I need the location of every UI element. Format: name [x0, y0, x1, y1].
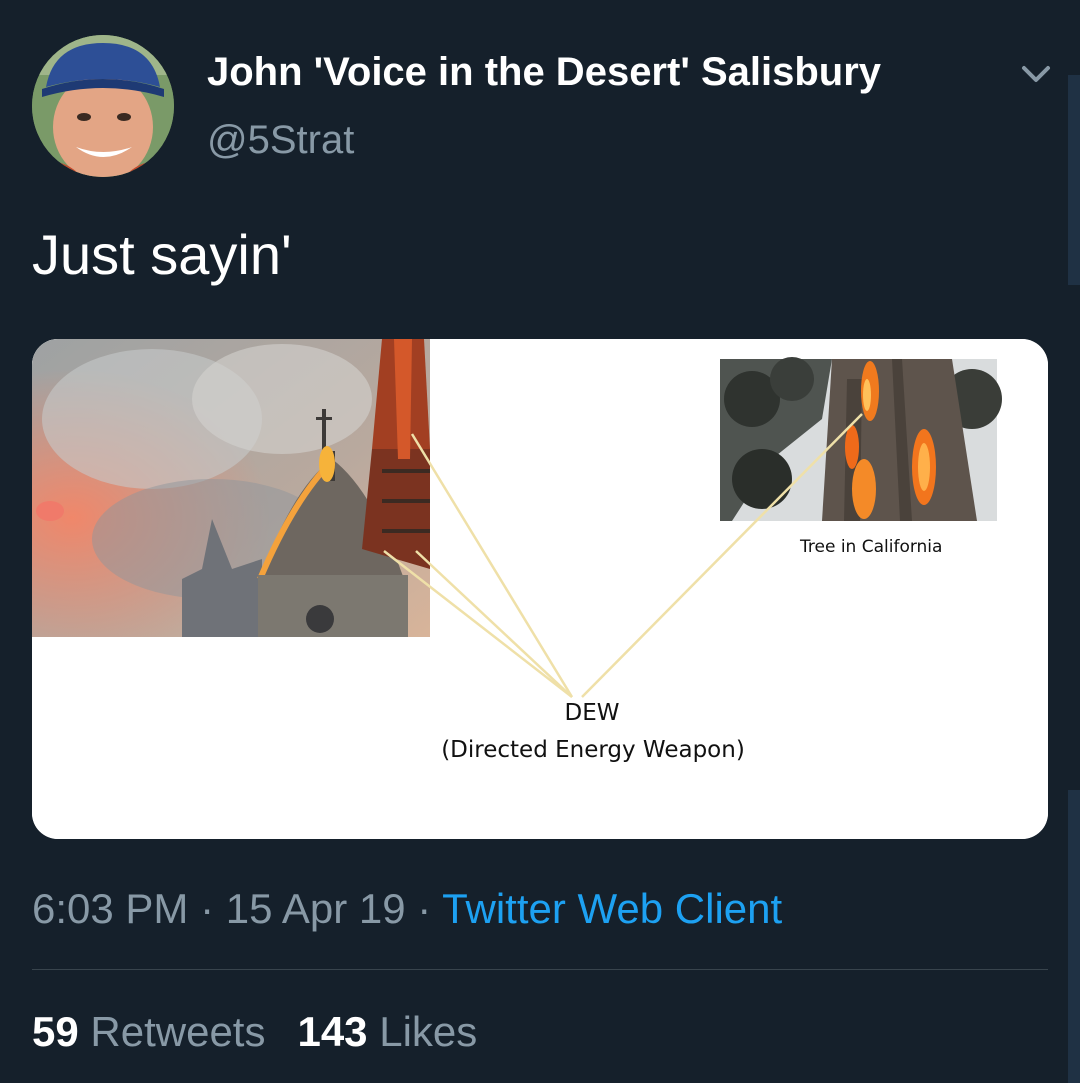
- retweets-stat[interactable]: 59 Retweets: [32, 1008, 265, 1055]
- tweet-media-image[interactable]: Tree in California DEW (Directed Energy …: [32, 339, 1048, 839]
- dew-title: DEW: [565, 700, 620, 726]
- tweet-text: Just sayin': [32, 223, 292, 286]
- meta-separator: ·: [417, 885, 432, 932]
- retweets-label: Retweets: [90, 1008, 266, 1055]
- meme-image: Tree in California DEW (Directed Energy …: [32, 339, 1048, 839]
- avatar-image: [32, 35, 174, 177]
- likes-label: Likes: [379, 1008, 478, 1055]
- tweet-time[interactable]: 6:03 PM: [32, 885, 188, 932]
- cathedral-fire-photo: [32, 339, 430, 637]
- author-handle[interactable]: @5Strat: [207, 118, 354, 163]
- tweet-date[interactable]: 15 Apr 19: [226, 885, 406, 932]
- retweets-count: 59: [32, 1008, 79, 1055]
- burning-tree-photo: [720, 357, 1002, 521]
- divider: [32, 969, 1048, 970]
- meta-separator: ·: [200, 885, 215, 932]
- avatar[interactable]: [32, 35, 174, 177]
- chevron-down-icon[interactable]: [1018, 60, 1054, 88]
- dew-subtitle: (Directed Energy Weapon): [441, 737, 745, 763]
- tweet-stats: 59 Retweets 143 Likes: [32, 1008, 477, 1056]
- tweet-meta: 6:03 PM · 15 Apr 19 · Twitter Web Client: [32, 885, 782, 933]
- scrollbar-thumb[interactable]: [1068, 75, 1080, 285]
- tree-caption: Tree in California: [799, 537, 942, 557]
- likes-stat[interactable]: 143 Likes: [297, 1008, 477, 1055]
- likes-count: 143: [297, 1008, 368, 1055]
- client-link[interactable]: Twitter Web Client: [442, 885, 782, 932]
- scrollbar-track[interactable]: [1068, 790, 1080, 1083]
- author-name[interactable]: John 'Voice in the Desert' Salisbury: [207, 50, 881, 95]
